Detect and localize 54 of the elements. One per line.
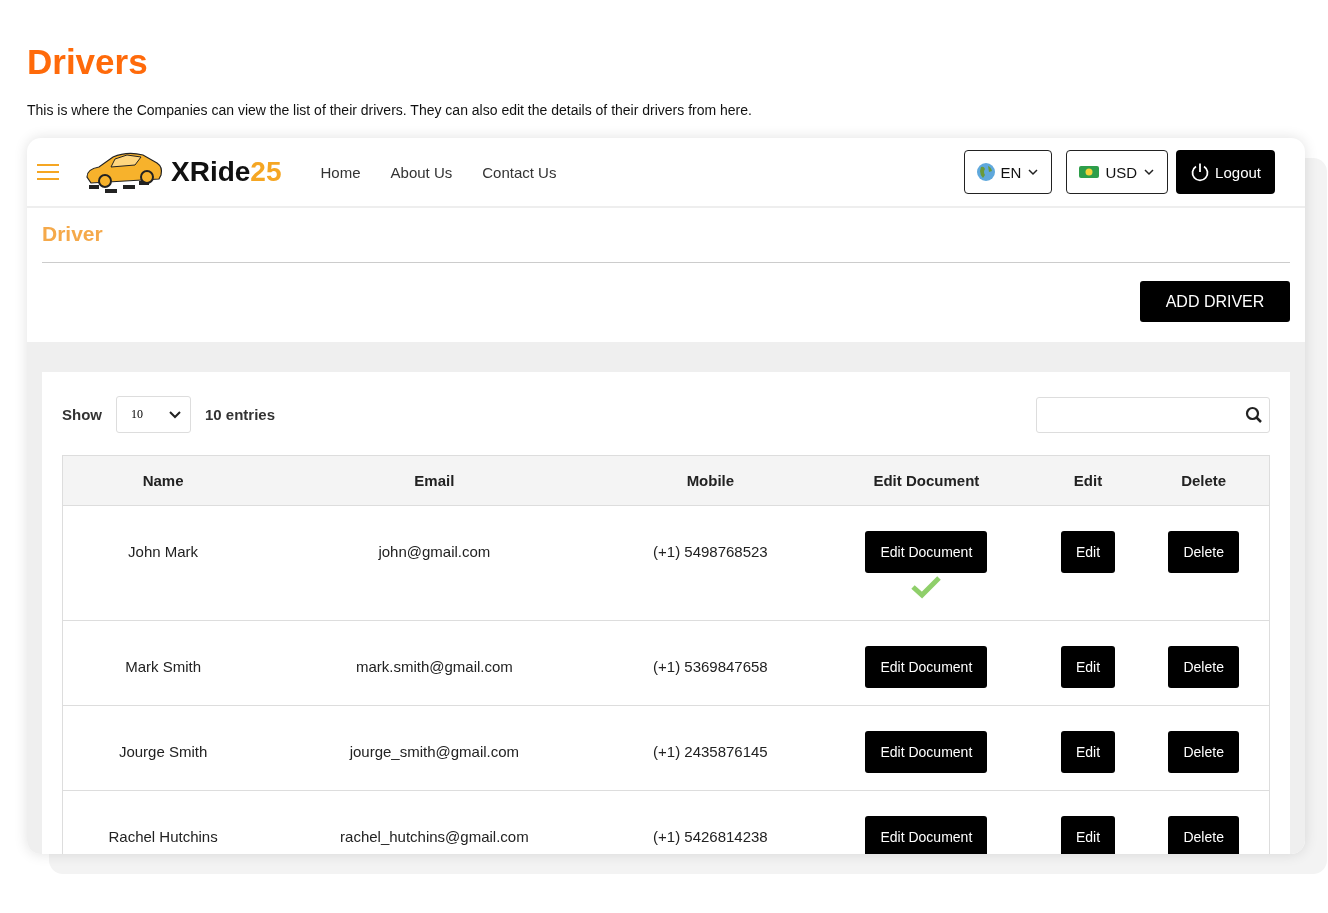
table-cell-text: Mark Smith bbox=[125, 657, 201, 677]
add-driver-button[interactable]: ADD DRIVER bbox=[1140, 281, 1290, 322]
column-header: Edit Document bbox=[815, 455, 1038, 506]
currency-select[interactable]: USD bbox=[1066, 150, 1169, 194]
menu-icon[interactable] bbox=[37, 163, 59, 181]
delete-button[interactable]: Delete bbox=[1168, 646, 1239, 688]
language-select[interactable]: EN bbox=[963, 150, 1053, 194]
table-cell-text: Jourge Smith bbox=[118, 742, 208, 762]
delete-button[interactable]: Delete bbox=[1168, 531, 1239, 573]
column-header: Email bbox=[263, 455, 606, 506]
table-cell-text: mark.smith@gmail.com bbox=[355, 657, 513, 677]
table-cell-text: (+1) 5426814238 bbox=[653, 827, 768, 847]
money-icon bbox=[1079, 166, 1100, 178]
chevron-down-icon bbox=[1027, 168, 1040, 176]
edit-button[interactable]: Edit bbox=[1060, 646, 1116, 688]
nav-link[interactable]: About Us bbox=[390, 163, 453, 181]
table-cell-text: rachel_hutchins@gmail.com bbox=[340, 827, 529, 847]
edit-document-button[interactable]: Edit Document bbox=[865, 816, 988, 854]
edit-button[interactable]: Edit bbox=[1060, 731, 1116, 773]
edit-document-button[interactable]: Edit Document bbox=[865, 646, 988, 688]
table-cell-text: John Mark bbox=[128, 542, 199, 562]
delete-button[interactable]: Delete bbox=[1168, 816, 1239, 854]
delete-button[interactable]: Delete bbox=[1168, 731, 1239, 773]
power-icon bbox=[1190, 162, 1211, 182]
checkmark-icon bbox=[910, 575, 943, 599]
edit-button[interactable]: Edit bbox=[1060, 531, 1116, 573]
edit-button[interactable]: Edit bbox=[1060, 816, 1116, 854]
search-field[interactable] bbox=[1036, 396, 1270, 433]
table-cell-text: Rachel Hutchins bbox=[108, 827, 218, 847]
page-title: Drivers bbox=[27, 41, 149, 83]
table-cell-text: (+1) 2435876145 bbox=[653, 742, 768, 762]
show-label: Show bbox=[62, 406, 102, 423]
table-cell-text: (+1) 5498768523 bbox=[653, 542, 768, 562]
table-cell-text: (+1) 5369847658 bbox=[653, 657, 768, 677]
section-title: Driver bbox=[42, 222, 1290, 263]
entries-label: 10 entries bbox=[205, 406, 276, 423]
nav-link[interactable]: Contact Us bbox=[482, 163, 557, 181]
chevron-down-icon bbox=[1143, 168, 1156, 176]
search-icon bbox=[1245, 405, 1263, 424]
column-header: Delete bbox=[1138, 455, 1270, 506]
table-cell-text: john@gmail.com bbox=[378, 542, 491, 562]
column-header: Mobile bbox=[605, 455, 816, 506]
globe-icon bbox=[976, 163, 995, 181]
edit-document-button[interactable]: Edit Document bbox=[865, 531, 988, 573]
edit-document-button[interactable]: Edit Document bbox=[865, 731, 988, 773]
column-header: Name bbox=[62, 455, 264, 506]
page-description: This is where the Companies can view the list of their drivers. They can also edit the details of their drivers from here. bbox=[27, 102, 753, 118]
chevron-down-icon bbox=[168, 410, 182, 419]
column-header: Edit bbox=[1037, 455, 1139, 506]
brand-name: XRide25 bbox=[171, 156, 282, 188]
page-size-select[interactable]: 10 bbox=[116, 396, 191, 433]
nav-link[interactable]: Home bbox=[320, 163, 361, 181]
logout-button[interactable]: Logout bbox=[1176, 150, 1275, 194]
table-cell-text: jourge_smith@gmail.com bbox=[349, 742, 520, 762]
